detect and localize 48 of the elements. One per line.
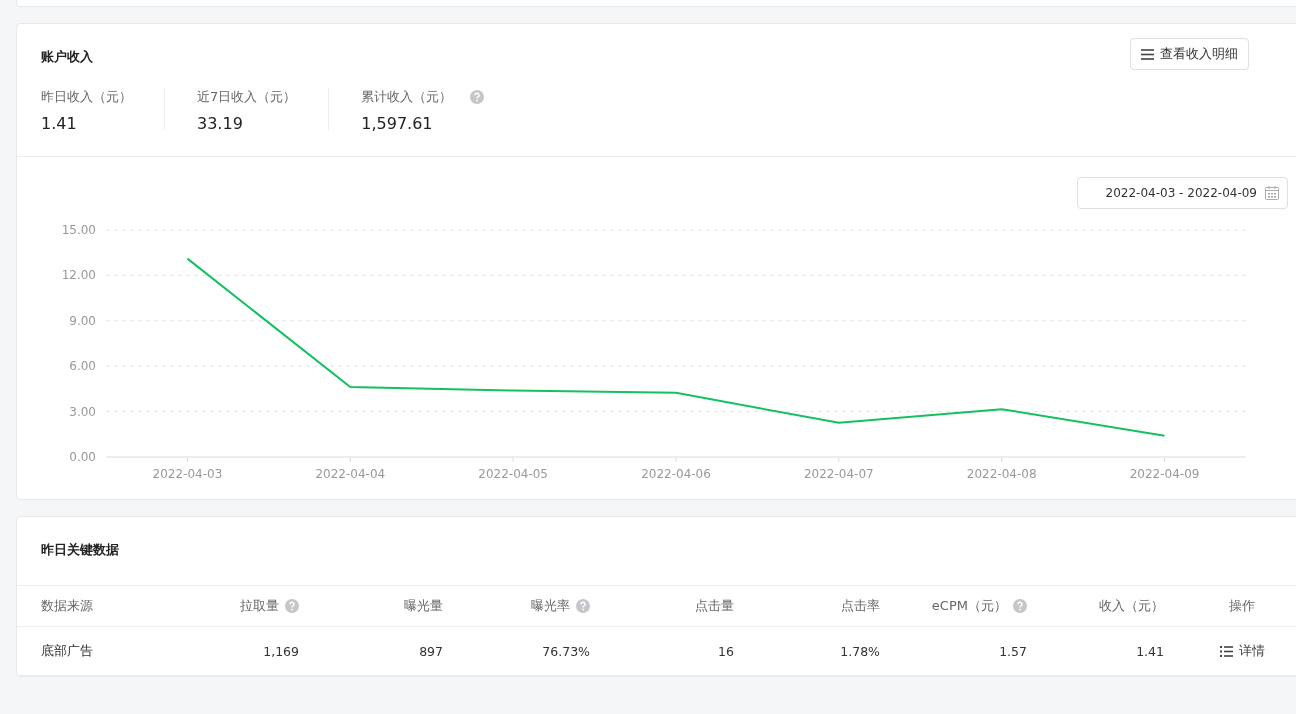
help-icon[interactable]	[576, 599, 590, 613]
table-cell: 底部广告	[41, 642, 93, 660]
help-icon[interactable]	[470, 90, 485, 104]
table-cell: 1.57	[999, 643, 1027, 659]
column-header: 点击量	[695, 597, 734, 615]
help-icon[interactable]	[1013, 599, 1027, 613]
y-axis-label: 15.00	[61, 223, 96, 237]
y-axis-label: 12.00	[61, 268, 96, 283]
y-axis-label: 0.00	[69, 450, 96, 464]
table-cell: 1.41	[1136, 643, 1164, 659]
column-header: 点击率	[841, 597, 880, 615]
table-cell: 16	[718, 643, 734, 659]
card-title: 昨日关键数据	[41, 541, 119, 559]
column-header: 曝光量	[404, 597, 443, 615]
column-header: 操作	[1229, 597, 1255, 615]
list-icon	[1219, 645, 1233, 657]
date-range-field[interactable]: 2022-04-03 - 2022-04-09	[1076, 177, 1288, 209]
stat-value: 1.41	[41, 114, 78, 133]
column-header: 收入（元）	[1099, 597, 1164, 615]
table-cell: 1.78%	[840, 643, 880, 659]
x-axis-label: 2022-04-04	[315, 467, 386, 481]
column-header: 拉取量	[240, 597, 279, 615]
column-header: 数据来源	[41, 597, 93, 615]
detail-link[interactable]: 详情	[1219, 642, 1265, 660]
x-axis-label: 2022-04-05	[478, 467, 548, 481]
stat-label: 昨日收入（元）	[41, 88, 132, 106]
income-detail-button[interactable]: 查看收入明细	[1130, 38, 1249, 70]
x-axis-label: 2022-04-03	[152, 467, 223, 481]
column-header: 曝光率	[531, 597, 570, 615]
stat-label: 近7日收入（元）	[197, 88, 297, 106]
table-cell: 897	[419, 643, 443, 659]
table-cell: 1,169	[263, 643, 299, 659]
x-axis-label: 2022-04-08	[966, 467, 1037, 481]
stat-value: 1,597.61	[361, 114, 434, 133]
list-icon	[1141, 48, 1154, 60]
x-axis-label: 2022-04-07	[804, 467, 874, 481]
x-axis-label: 2022-04-06	[641, 467, 711, 481]
stat-label: 累计收入（元）	[361, 88, 453, 106]
x-axis-label: 2022-04-09	[1129, 467, 1200, 481]
y-axis-label: 3.00	[69, 404, 96, 419]
table-cell: 76.73%	[542, 643, 590, 659]
stat-value: 33.19	[197, 114, 244, 133]
help-icon[interactable]	[285, 599, 299, 613]
y-axis-label: 6.00	[69, 359, 96, 374]
column-header: eCPM（元）	[931, 597, 1007, 615]
card-title: 账户收入	[41, 48, 93, 66]
calendar-icon	[1265, 186, 1279, 200]
y-axis-label: 9.00	[69, 313, 96, 328]
